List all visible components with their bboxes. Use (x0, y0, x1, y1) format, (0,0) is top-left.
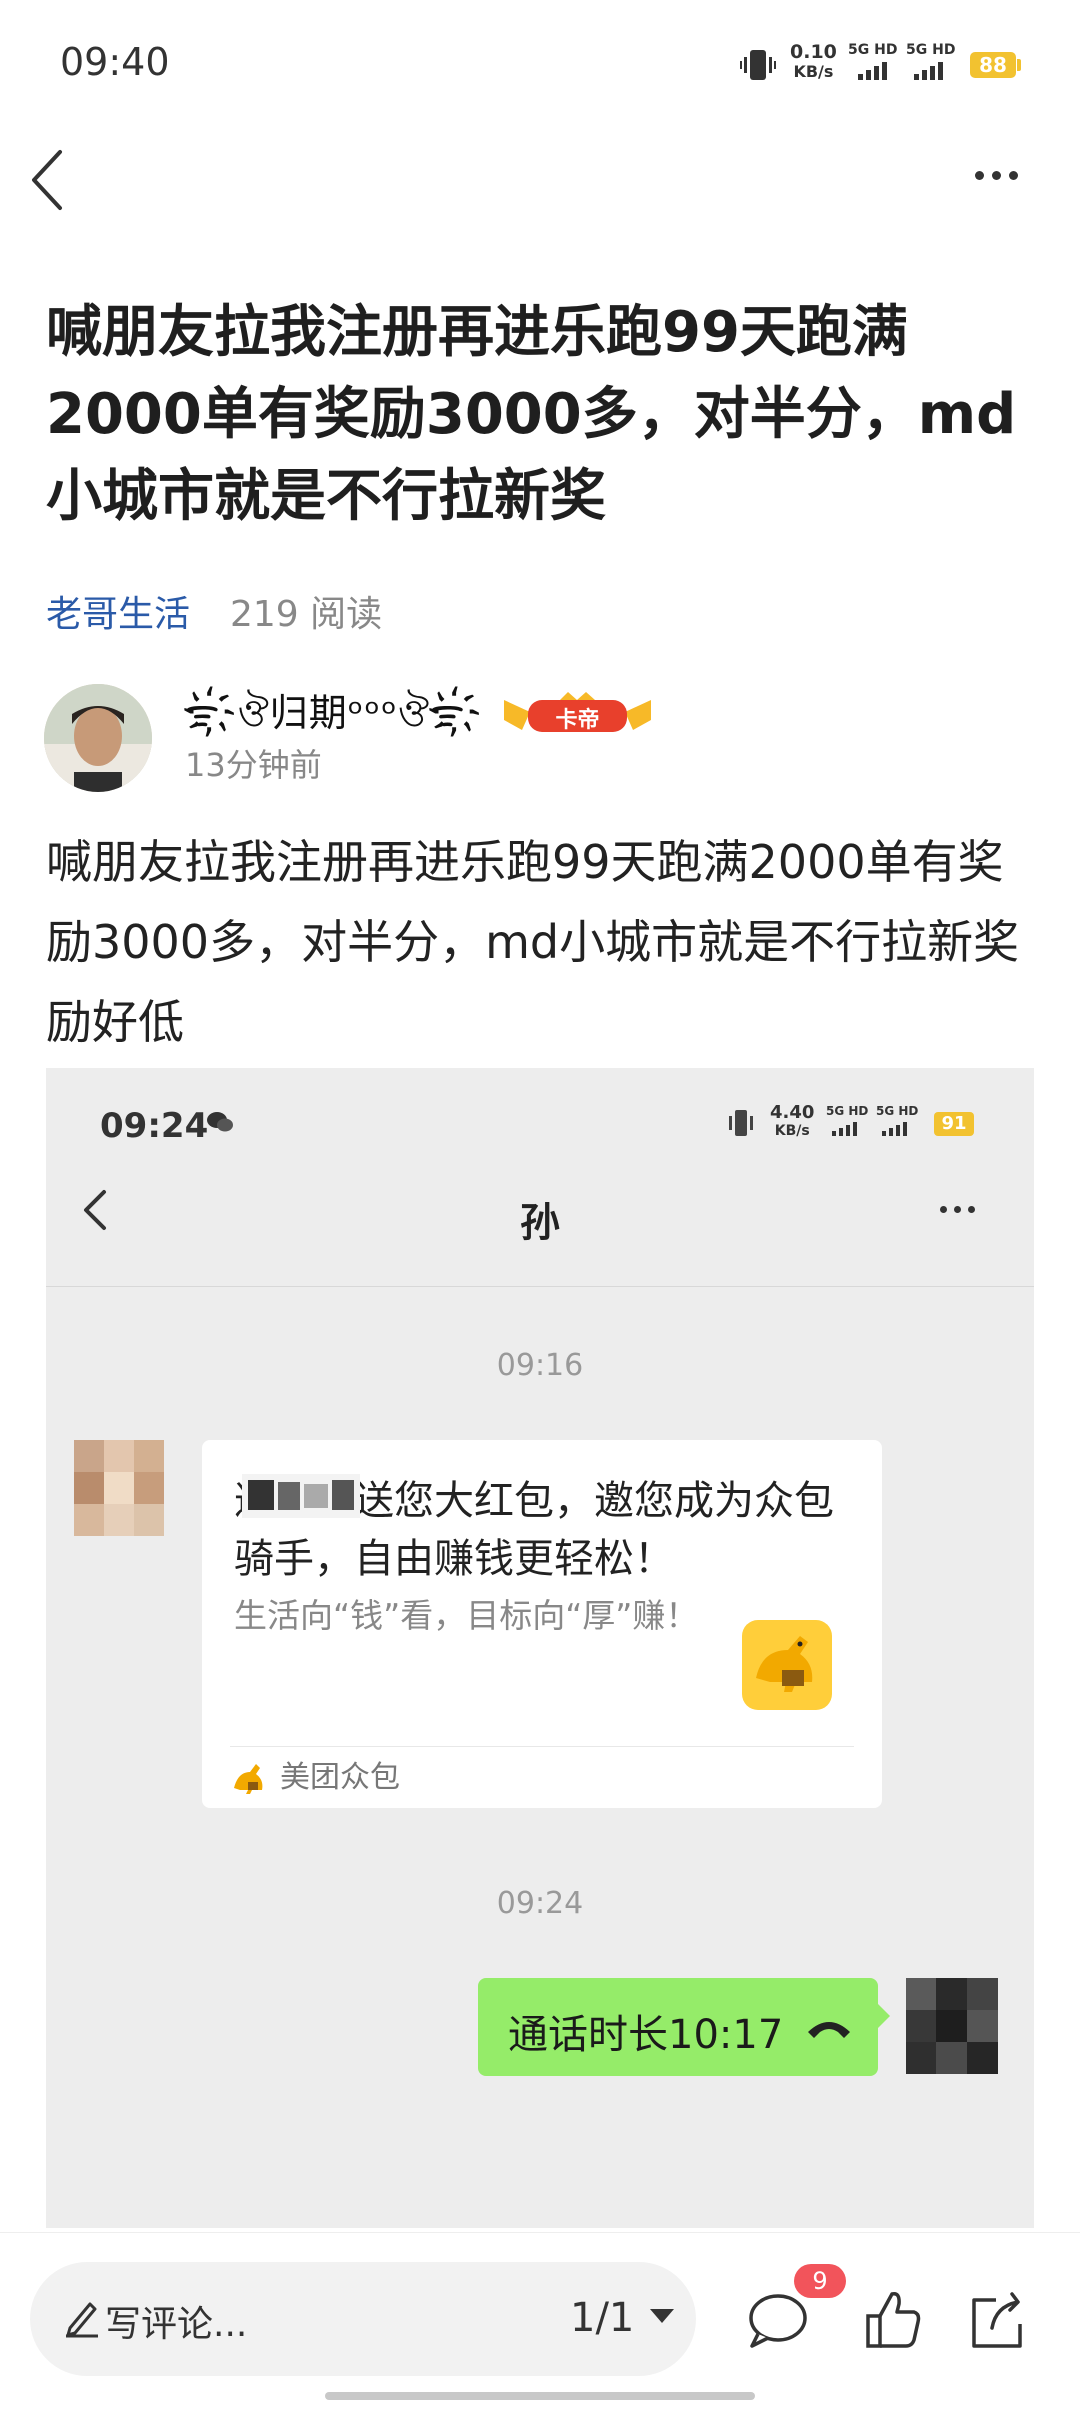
article-title: 喊朋友拉我注册再进乐跑99天跑满2000单有奖励3000多，对半分，md小城市就… (46, 300, 1017, 529)
shot-net-speed: 4.40 KB/s (770, 1102, 815, 1140)
share-button[interactable] (966, 2284, 1030, 2356)
vibrate-icon (729, 1110, 753, 1136)
signal-icon (914, 62, 943, 80)
invite-card[interactable]: 邀请你送您大红包，邀您成为众包骑手，自由赚钱更轻松！ 生活向“钱”看，目标向“厚… (202, 1440, 882, 1808)
chat-timestamp: 09:24 (496, 1886, 584, 1921)
read-count: 219 阅读 (230, 594, 383, 635)
like-icon (866, 2291, 921, 2348)
net-speed: 0.10 KB/s (790, 41, 837, 81)
shot-status-time: 09:24 (100, 1106, 209, 1146)
sim1-label: 5G HD (848, 42, 898, 58)
chat-timestamp: 09:16 (496, 1348, 584, 1383)
topic-link[interactable]: 老哥生活 (46, 585, 190, 637)
home-indicator[interactable] (325, 2392, 755, 2400)
signal-icon (832, 1122, 857, 1136)
badge-label: 卡帝 (555, 708, 600, 733)
vip-badge: 卡帝 (500, 690, 655, 736)
self-avatar (906, 1978, 998, 2074)
vibrate-icon (740, 50, 776, 80)
back-button[interactable] (20, 140, 80, 220)
share-icon (972, 2292, 1022, 2348)
card-source: 美团众包 (280, 1760, 400, 1795)
author-name[interactable]: ᯤ҉ঔ归期ᵒᵒᵒঔᯤ҉ (185, 682, 483, 748)
shot-status-icons: 4.40 KB/s 5G HD 5G HD 91 (726, 1104, 1006, 1144)
kangaroo-small-icon (234, 1764, 263, 1794)
comment-count-badge: 9 (794, 2264, 846, 2298)
more-button[interactable] (975, 160, 1035, 190)
chat-title: 孙 (520, 1200, 560, 1246)
signal-icon (858, 62, 887, 80)
wechat-icon (207, 1112, 233, 1132)
post-body: 喊朋友拉我注册再进乐跑99天跑满2000单有奖励3000多，对半分，md小城市就… (46, 835, 1020, 1049)
caret-down-icon[interactable] (648, 2306, 676, 2326)
battery-icon: 88 (970, 52, 1016, 78)
sim2-label: 5G HD (906, 42, 956, 58)
divider (46, 1286, 1034, 1287)
battery-icon: 91 (934, 1112, 974, 1136)
comment-placeholder: 写评论... (105, 2304, 248, 2345)
comment-input[interactable]: 写评论... 1/1 (30, 2262, 696, 2376)
more-horizontal-icon (975, 160, 1035, 190)
more-horizontal-icon (940, 1194, 990, 1224)
page-indicator[interactable]: 1/1 (570, 2295, 634, 2341)
shot-sim2: 5G HD (876, 1104, 919, 1118)
kangaroo-app-icon (742, 1620, 832, 1710)
avatar-image (44, 684, 152, 792)
call-duration: 通话时长10:17 (508, 2012, 784, 2058)
censor-patch (242, 1474, 360, 1518)
pen-icon (66, 2302, 98, 2338)
like-button[interactable] (862, 2284, 926, 2356)
post-time: 13分钟前 (185, 746, 322, 784)
signal-icon (882, 1122, 907, 1136)
contact-avatar (74, 1440, 164, 1536)
author-avatar[interactable] (44, 684, 152, 792)
post-image[interactable]: 09:24 4.40 KB/s 5G HD 5G HD 91 孙 09:16 邀… (46, 1068, 1034, 2228)
shot-sim1: 5G HD (826, 1104, 869, 1118)
phone-hangup-icon (808, 2022, 850, 2038)
card-description: 生活向“钱”看，目标向“厚”赚！ (234, 1596, 699, 1635)
status-icons: 0.10 KB/s 5G HD 5G HD 88 (740, 42, 1030, 88)
call-bubble[interactable]: 通话时长10:17 (478, 1978, 878, 2076)
divider (230, 1746, 854, 1747)
chevron-left-icon (32, 150, 62, 210)
status-time: 09:40 (60, 40, 170, 84)
